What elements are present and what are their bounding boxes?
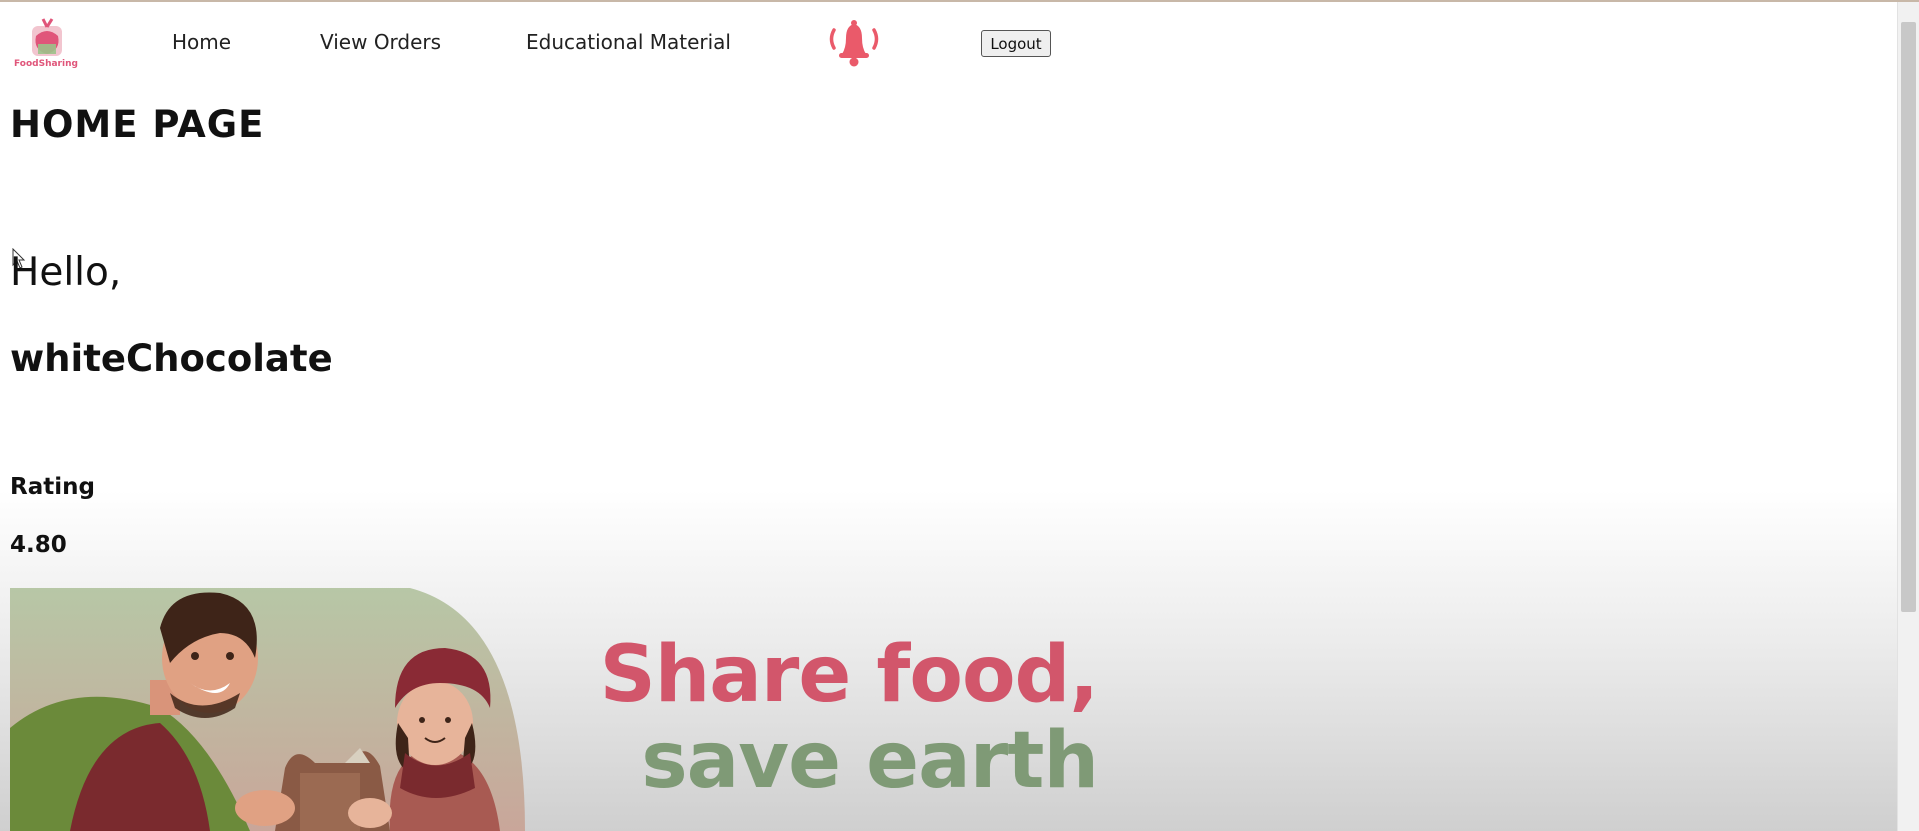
greeting-text: Hello, <box>10 250 122 295</box>
vertical-scrollbar[interactable] <box>1897 2 1919 831</box>
nav-link-educational-material[interactable]: Educational Material <box>526 30 731 54</box>
page-title: HOME PAGE <box>10 103 265 146</box>
notifications-button[interactable] <box>822 16 886 70</box>
nav-link-home[interactable]: Home <box>172 30 231 54</box>
username: whiteChocolate <box>10 337 333 380</box>
logo-text: FoodSharing <box>14 59 78 69</box>
rating-value: 4.80 <box>10 532 67 558</box>
nav-link-view-orders[interactable]: View Orders <box>320 30 441 54</box>
logout-button[interactable]: Logout <box>981 30 1051 57</box>
top-navbar: FoodSharing Home View Orders Educational… <box>0 2 1898 80</box>
slogan-line-save-earth: save earth <box>641 716 1099 806</box>
food-sharing-illustration <box>10 588 525 831</box>
scrollbar-thumb[interactable] <box>1901 22 1916 612</box>
slogan-line-share-food: Share food, <box>599 630 1099 720</box>
site-logo[interactable]: FoodSharing <box>14 14 80 74</box>
rating-label: Rating <box>10 474 95 500</box>
apple-logo-icon <box>32 18 62 56</box>
bell-icon <box>829 20 879 67</box>
